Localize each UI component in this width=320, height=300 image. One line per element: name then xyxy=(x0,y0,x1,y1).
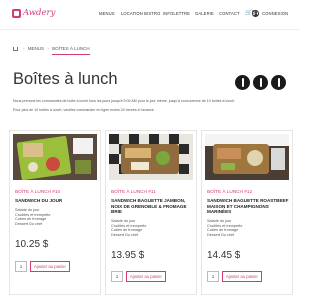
product-card: BOÎTE À LUNCH #12 SANDWICH BAGUETTE ROAS… xyxy=(201,130,293,295)
product-name: SANDWICH DU JOUR xyxy=(15,198,63,203)
breadcrumb: › MENUS › BOÎTES À LUNCH xyxy=(13,46,90,55)
product-code[interactable]: BOÎTE À LUNCH #10 xyxy=(15,189,60,194)
add-to-cart-button[interactable]: Ajouter au panier xyxy=(126,271,166,282)
logo-icon xyxy=(12,9,21,18)
product-description: Salade du jour Crudités et trempette Cub… xyxy=(207,219,243,237)
product-price: 10.25 $ xyxy=(15,239,49,250)
quantity-input[interactable]: 1 xyxy=(15,261,27,272)
product-name: SANDWICH BAGUETTE ROASTBEEF MAISON ET CH… xyxy=(207,198,289,214)
product-image[interactable] xyxy=(205,134,289,180)
product-code[interactable]: BOÎTE À LUNCH #12 xyxy=(207,189,252,194)
nav-item-infolettre[interactable]: INFOLETTRE xyxy=(163,11,190,16)
logo[interactable]: Awdery xyxy=(12,5,56,25)
nav-item-galerie[interactable]: GALERIE xyxy=(195,11,214,16)
product-price: 13.95 $ xyxy=(111,250,145,261)
logo-text: Awdery xyxy=(23,8,56,18)
product-card: BOÎTE À LUNCH #11 SANDWICH BAGUETTE JAMB… xyxy=(105,130,197,295)
spoon-icon xyxy=(253,75,268,90)
intro-text-orders: Nous prenons les commandes de boîte à lu… xyxy=(13,99,236,103)
nav-item-menus[interactable]: MENUS xyxy=(99,11,115,16)
product-description: Salade du jour Crudités et trempette Cub… xyxy=(111,219,147,237)
product-image[interactable] xyxy=(13,134,97,180)
product-image[interactable] xyxy=(109,134,193,180)
add-to-cart-button[interactable]: Ajouter au panier xyxy=(30,261,70,272)
quantity-input[interactable]: 1 xyxy=(207,271,219,282)
quantity-input[interactable]: 1 xyxy=(111,271,123,282)
site-header: Awdery MENUS LOCATION BISTRO INFOLETTRE … xyxy=(0,0,300,30)
login-link[interactable]: CONNEXION xyxy=(262,11,288,16)
account-icon[interactable] xyxy=(252,9,259,17)
home-icon[interactable] xyxy=(13,46,18,51)
product-card: BOÎTE À LUNCH #10 SANDWICH DU JOUR Salad… xyxy=(9,130,101,295)
breadcrumb-item-current: BOÎTES À LUNCH xyxy=(52,46,90,55)
product-name: SANDWICH BAGUETTE JAMBON, NOIX DE GRENOB… xyxy=(111,198,187,214)
nav-item-location-bistro[interactable]: LOCATION BISTRO xyxy=(121,11,160,16)
nav-item-contact[interactable]: CONTACT xyxy=(219,11,240,16)
product-description: Salade du jour Crudités et trempette Cub… xyxy=(15,208,51,226)
product-code[interactable]: BOÎTE À LUNCH #11 xyxy=(111,189,156,194)
fork-icon xyxy=(271,75,286,90)
knife-icon xyxy=(235,75,250,90)
page-title: Boîtes à lunch xyxy=(13,70,118,88)
breadcrumb-item-menus[interactable]: MENUS xyxy=(28,46,44,51)
cart-icon: 🛒 xyxy=(245,10,252,16)
intro-text-large-orders: Pour plus de 10 boîtes à lunch, veuillez… xyxy=(13,108,155,112)
add-to-cart-button[interactable]: Ajouter au panier xyxy=(222,271,262,282)
product-price: 14.45 $ xyxy=(207,250,241,261)
